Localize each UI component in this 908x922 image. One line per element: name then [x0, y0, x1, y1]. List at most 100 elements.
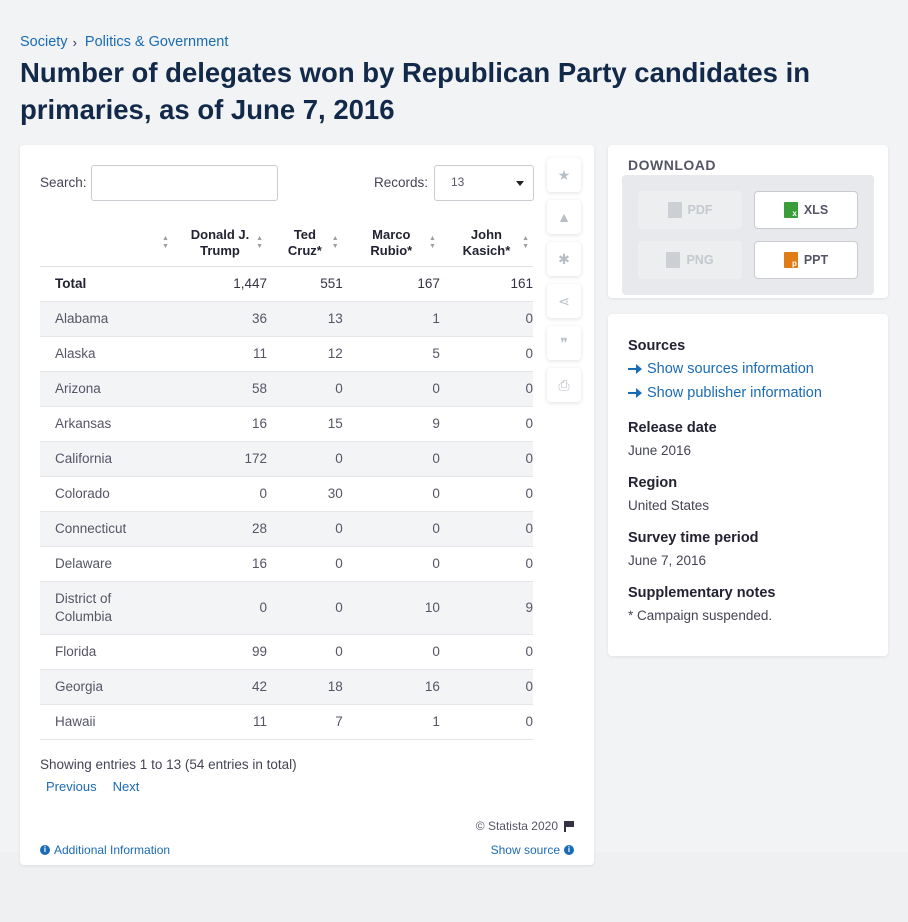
cell-value: 0	[342, 546, 440, 582]
cell-value: 0	[267, 581, 343, 635]
sort-icon: ▲ ▼	[522, 235, 529, 250]
page-title: Number of delegates won by Republican Pa…	[20, 57, 811, 125]
table-row: Delaware 16 0 0 0	[40, 546, 533, 582]
data-table: ▲ ▼ Donald J. Trump ▲ ▼ Ted Cruz* ▲ ▼ Marco Rubi…	[40, 221, 533, 740]
table-row: Florida 99 0 0 0	[40, 634, 533, 670]
star-icon[interactable]: ★	[547, 158, 581, 192]
gear-icon[interactable]: ✱	[547, 242, 581, 276]
cell-value: 0	[439, 546, 533, 582]
additional-info-link[interactable]: i Additional Information	[40, 843, 170, 857]
cell-value: 7	[267, 704, 343, 740]
png-file-icon	[666, 252, 681, 268]
row-label: Hawaii	[40, 704, 173, 740]
flag-icon[interactable]	[564, 820, 574, 832]
cell-value: 9	[439, 581, 533, 635]
sources-heading: Sources	[628, 338, 686, 354]
row-label: District of Columbia	[40, 581, 173, 635]
table-row: Alaska 11 12 5 0	[40, 336, 533, 372]
breadcrumb-link-politics[interactable]: Politics & Government	[85, 34, 228, 50]
column-header-rubio[interactable]: Marco Rubio* ▲ ▼	[342, 221, 440, 267]
copyright: © Statista 2020	[476, 819, 574, 833]
records-select[interactable]: 13	[434, 165, 534, 201]
download-pdf-button[interactable]: PDF	[638, 191, 742, 229]
share-icon[interactable]: ⋖	[547, 284, 581, 318]
cell-value: 0	[267, 371, 343, 407]
show-publisher-link[interactable]: Show publisher information	[628, 385, 822, 401]
show-sources-link[interactable]: Show sources information	[628, 361, 814, 377]
release-heading: Release date	[628, 420, 717, 436]
table-row: Georgia 42 18 16 0	[40, 669, 533, 705]
xls-label: XLS	[803, 203, 829, 217]
quote-icon[interactable]: ❞	[547, 326, 581, 360]
table-row: District of Columbia 0 0 10 9	[40, 581, 533, 635]
cell-value: 16	[172, 546, 268, 582]
search-label: Search:	[40, 175, 87, 190]
row-label: Georgia	[40, 669, 173, 705]
region-heading: Region	[628, 475, 678, 491]
cell-value: 15	[267, 406, 343, 442]
breadcrumb-link-society[interactable]: Society	[20, 34, 68, 50]
cell-value: 42	[172, 669, 268, 705]
row-label: Florida	[40, 634, 173, 670]
row-label: Total	[40, 266, 173, 302]
download-panel: PDF x XLS PNG p PPT	[622, 175, 874, 295]
cell-value: 172	[172, 441, 268, 477]
cell-value: 99	[172, 634, 268, 670]
download-card: DOWNLOAD PDF x XLS PNG p PPT	[608, 145, 888, 298]
show-source-label: Show source	[490, 843, 560, 857]
arrow-right-icon	[628, 388, 642, 398]
toolbar: ★ ▲ ✱ ⋖ ❞ ⎙	[547, 158, 581, 410]
previous-link[interactable]: Previous	[46, 779, 97, 794]
breadcrumb: Society › Politics & Government	[20, 34, 228, 50]
arrow-right-icon	[628, 364, 642, 374]
cell-value: 1	[342, 704, 440, 740]
sort-icon: ▲ ▼	[256, 235, 264, 250]
search-input[interactable]	[91, 165, 278, 201]
row-label: California	[40, 441, 173, 477]
column-header-trump[interactable]: Donald J. Trump ▲ ▼	[172, 221, 268, 267]
cell-value: 0	[439, 406, 533, 442]
info-card: Sources Show sources information Show pu…	[608, 314, 888, 656]
show-source-link[interactable]: Show source i	[491, 843, 574, 857]
survey-heading: Survey time period	[628, 530, 759, 546]
download-xls-button[interactable]: x XLS	[754, 191, 858, 229]
column-header-name[interactable]: ▲ ▼	[40, 221, 173, 267]
additional-info-label: Additional Information	[54, 843, 171, 857]
table-row: California 172 0 0 0	[40, 441, 533, 477]
sort-icon: ▲ ▼	[331, 235, 339, 250]
column-header-cruz[interactable]: Ted Cruz* ▲ ▼	[267, 221, 343, 267]
copyright-text: © Statista 2020	[475, 819, 558, 833]
download-ppt-button[interactable]: p PPT	[754, 241, 858, 279]
print-icon[interactable]: ⎙	[547, 368, 581, 402]
ppt-file-icon: p	[783, 252, 798, 268]
cell-value: 58	[172, 371, 268, 407]
pagination: Previous Next	[46, 779, 139, 794]
cell-value: 36	[172, 301, 268, 337]
breadcrumb-separator: ›	[72, 34, 77, 50]
cell-value: 1,447	[172, 266, 268, 302]
next-link[interactable]: Next	[113, 779, 140, 794]
info-icon: i	[564, 845, 574, 855]
notes-value: * Campaign suspended.	[628, 608, 773, 623]
cell-value: 12	[267, 336, 343, 372]
cell-value: 0	[342, 441, 440, 477]
cell-value: 1	[342, 301, 440, 337]
notes-heading: Supplementary notes	[628, 585, 776, 601]
row-label: Arkansas	[40, 406, 173, 442]
cell-value: 0	[172, 476, 268, 512]
column-header-kasich[interactable]: John Kasich* ▲ ▼	[439, 221, 533, 267]
cell-value: 0	[342, 511, 440, 547]
bell-icon[interactable]: ▲	[547, 200, 581, 234]
download-png-button[interactable]: PNG	[638, 241, 742, 279]
cell-value: 0	[439, 669, 533, 705]
survey-value: June 7, 2016	[628, 553, 707, 568]
table-header-row: ▲ ▼ Donald J. Trump ▲ ▼ Ted Cruz* ▲ ▼ Marco Rubi…	[40, 221, 533, 267]
row-label: Colorado	[40, 476, 173, 512]
table-row: Connecticut 28 0 0 0	[40, 511, 533, 547]
cell-value: 0	[439, 704, 533, 740]
region-value: United States	[628, 498, 710, 513]
cell-value: 16	[342, 669, 440, 705]
cell-value: 0	[439, 301, 533, 337]
cell-value: 10	[342, 581, 440, 635]
cell-value: 0	[267, 634, 343, 670]
